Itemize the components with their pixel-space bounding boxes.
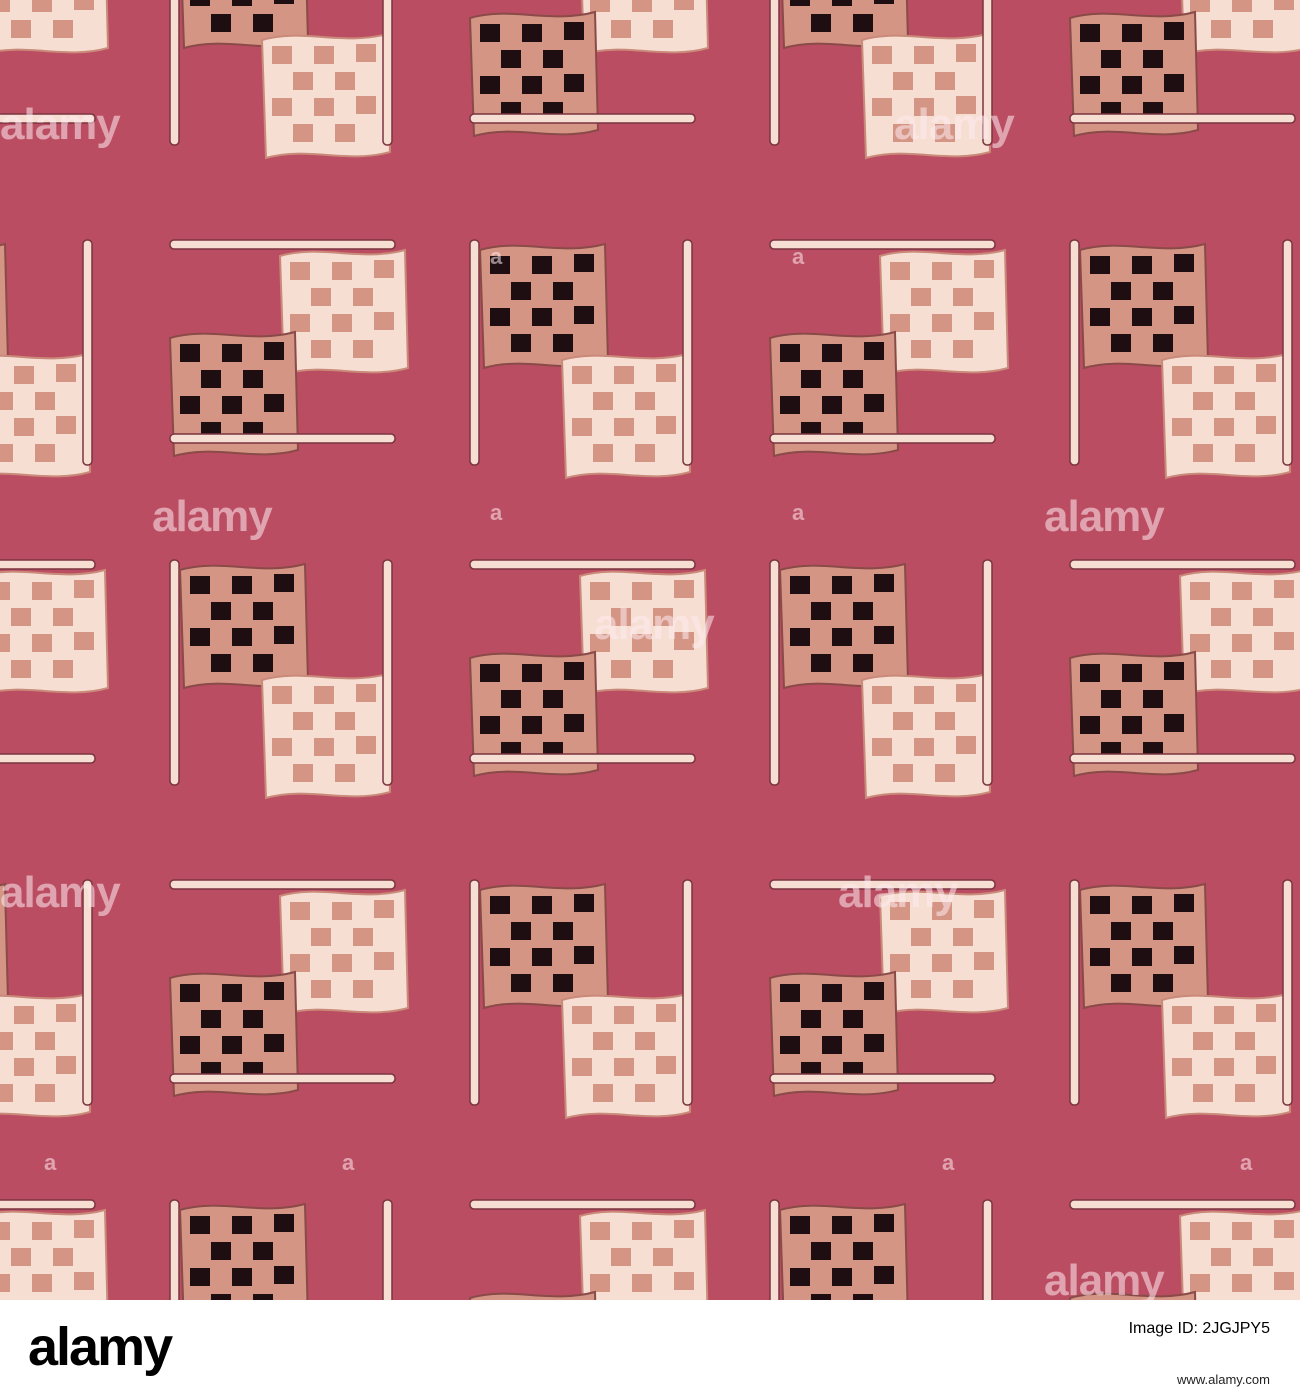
flag-pair [0,1200,108,1300]
pattern-svg [0,0,1300,1300]
footer-bar: alamy Image ID: 2JGJPY5 www.alamy.com [0,1300,1300,1390]
site-url: www.alamy.com [1177,1372,1270,1387]
image-id-label: Image ID: 2JGJPY5 [1128,1320,1270,1337]
image-id-block: Image ID: 2JGJPY5 [1129,1320,1270,1338]
alamy-logo: alamy [28,1317,173,1377]
checkered-flag-pattern: alamy alamy alamy alamy alamy alamy alam… [0,0,1300,1300]
image-canvas: alamy alamy alamy alamy alamy alamy alam… [0,0,1300,1390]
